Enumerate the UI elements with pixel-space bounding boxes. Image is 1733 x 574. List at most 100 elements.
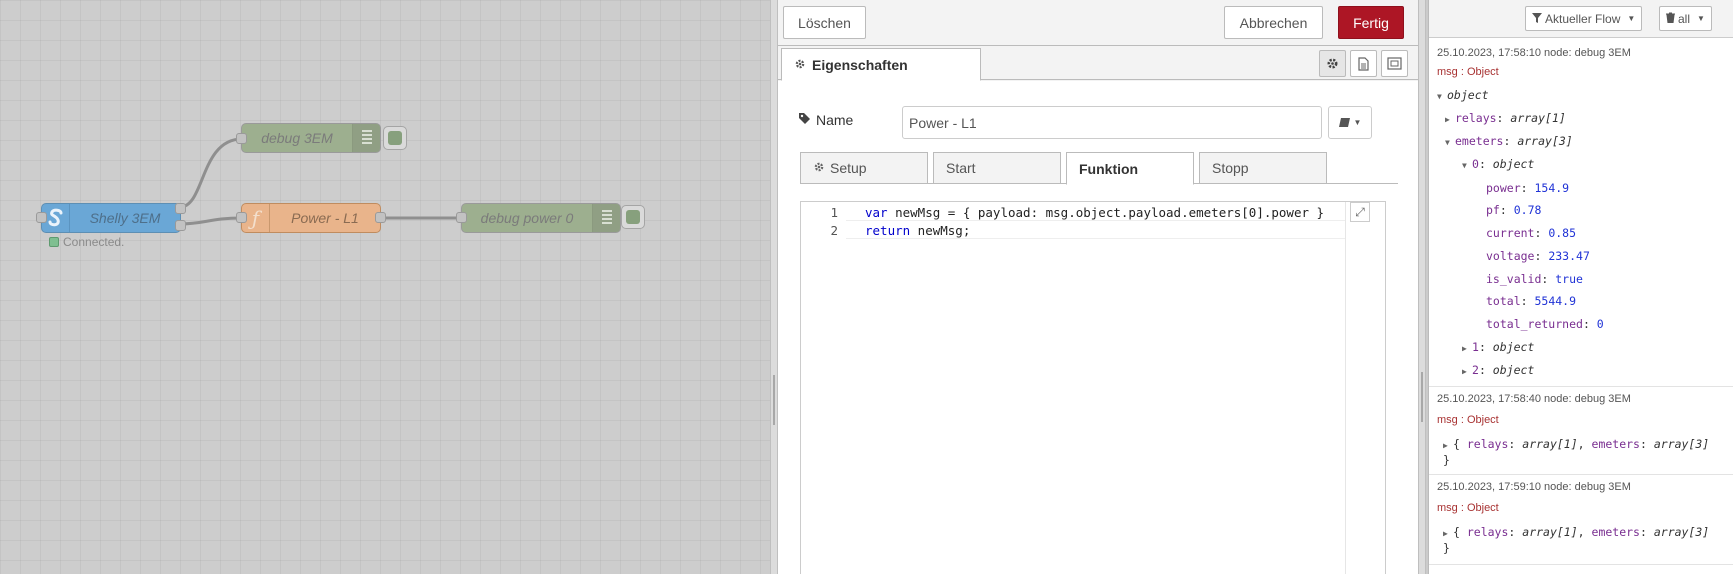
tree-field[interactable]: pf: 0.78 bbox=[1486, 203, 1541, 217]
tree-row-root[interactable]: ▼ object bbox=[1437, 88, 1489, 102]
name-label-text: Name bbox=[816, 112, 854, 128]
tree-value: array[3] bbox=[1517, 134, 1573, 148]
debug-message[interactable]: 25.10.2023, 17:58:10 node: debug 3EM msg… bbox=[1429, 38, 1733, 387]
filter-icon bbox=[1532, 12, 1542, 26]
node-output-port-1[interactable] bbox=[175, 203, 186, 214]
tree-field[interactable]: total_returned: 0 bbox=[1486, 317, 1604, 331]
tree-key: relays bbox=[1455, 111, 1497, 125]
flow-workspace[interactable]: debug 3EM Shelly 3EM Connected. ƒ Power … bbox=[0, 0, 770, 574]
done-button[interactable]: Fertig bbox=[1338, 6, 1404, 39]
cancel-button[interactable]: Abbrechen bbox=[1224, 6, 1323, 39]
node-debug-3em[interactable]: debug 3EM bbox=[241, 123, 381, 153]
code-keyword: var bbox=[865, 205, 888, 220]
tab-label: Funktion bbox=[1079, 160, 1139, 177]
chevron-down-icon: ▼ bbox=[1697, 14, 1705, 23]
name-input[interactable] bbox=[902, 106, 1322, 139]
summary-brace: } bbox=[1443, 541, 1450, 555]
frame-icon[interactable] bbox=[1381, 50, 1408, 77]
summary-brace: { bbox=[1453, 437, 1467, 451]
tab-setup[interactable]: Setup bbox=[800, 152, 928, 184]
gear-icon[interactable] bbox=[1319, 50, 1346, 77]
sidebar-divider[interactable] bbox=[1418, 0, 1426, 574]
tab-properties[interactable]: Eigenschaften bbox=[781, 48, 981, 81]
debug-message[interactable]: 25.10.2023, 17:58:40 node: debug 3EM msg… bbox=[1429, 387, 1733, 475]
code-minimap[interactable] bbox=[1345, 202, 1385, 574]
tree-row-emeters[interactable]: ▼ emeters: array[3] bbox=[1445, 134, 1573, 148]
tree-key: relays bbox=[1466, 437, 1509, 451]
message-topic: msg : Object bbox=[1437, 502, 1499, 514]
tree-row-relays[interactable]: ▶ relays: array[1] bbox=[1445, 111, 1566, 125]
line-number: 2 bbox=[830, 223, 838, 238]
message-topic: msg : Object bbox=[1437, 66, 1499, 78]
node-input-port[interactable] bbox=[236, 133, 247, 144]
caret-right-icon: ▶ bbox=[1462, 367, 1467, 376]
caret-right-icon: ▶ bbox=[1445, 115, 1450, 124]
tree-key: emeters bbox=[1455, 134, 1504, 148]
tag-icon bbox=[798, 112, 811, 128]
function-tabs: Setup Start Funktion Stopp bbox=[800, 150, 1398, 185]
tree-value: array[1] bbox=[1510, 111, 1566, 125]
node-output-port[interactable] bbox=[375, 212, 386, 223]
tree-value: 0.85 bbox=[1548, 226, 1577, 240]
node-label: debug 3EM bbox=[261, 130, 333, 146]
tree-summary[interactable]: ▶{ relays: array[1], emeters: array[3] bbox=[1443, 437, 1709, 451]
filter-label: Aktueller Flow bbox=[1545, 11, 1621, 26]
tree-field[interactable]: total: 5544.9 bbox=[1486, 294, 1576, 308]
tab-label: Stopp bbox=[1212, 160, 1249, 176]
tree-summary[interactable]: ▶{ relays: array[1], emeters: array[3] bbox=[1443, 525, 1709, 539]
tab-function[interactable]: Funktion bbox=[1066, 152, 1194, 185]
tab-start[interactable]: Start bbox=[933, 152, 1061, 184]
expand-icon[interactable]: ⤢ bbox=[1350, 202, 1370, 222]
tree-value: array[3] bbox=[1653, 437, 1710, 451]
tree-key: 1 bbox=[1472, 340, 1479, 354]
node-library-button[interactable]: ▼ bbox=[1328, 106, 1372, 139]
caret-down-icon: ▼ bbox=[1445, 138, 1450, 147]
tree-key: power bbox=[1486, 181, 1521, 195]
tree-key: total bbox=[1486, 294, 1521, 308]
tree-value: array[1] bbox=[1522, 437, 1578, 451]
tree-field[interactable]: current: 0.85 bbox=[1486, 226, 1576, 240]
tab-label: Setup bbox=[830, 160, 867, 176]
tray-header: Löschen Abbrechen Fertig bbox=[778, 0, 1418, 46]
node-status: Connected. bbox=[49, 235, 124, 249]
code-text: newMsg; bbox=[910, 223, 971, 238]
node-function-power-l1[interactable]: ƒ Power - L1 bbox=[241, 203, 381, 233]
debug-list-icon bbox=[352, 124, 380, 152]
tree-key: is_valid bbox=[1486, 272, 1542, 286]
workspace-divider[interactable] bbox=[770, 0, 778, 574]
filter-dropdown[interactable]: Aktueller Flow ▼ bbox=[1525, 6, 1643, 31]
node-input-port[interactable] bbox=[456, 212, 467, 223]
tree-field[interactable]: is_valid: true bbox=[1486, 272, 1583, 286]
caret-right-icon: ▶ bbox=[1462, 344, 1467, 353]
name-field-label: Name bbox=[798, 112, 853, 128]
tree-row-item-1[interactable]: ▶ 1: object bbox=[1462, 340, 1534, 354]
delete-button[interactable]: Löschen bbox=[783, 6, 866, 39]
tree-key: voltage bbox=[1486, 249, 1535, 263]
node-output-port-2[interactable] bbox=[175, 220, 186, 231]
node-debug-power-0[interactable]: debug power 0 bbox=[461, 203, 621, 233]
tree-field[interactable]: power: 154.9 bbox=[1486, 181, 1569, 195]
tree-value: object bbox=[1492, 340, 1535, 354]
clear-label: all bbox=[1678, 11, 1691, 26]
tray-body: Name ▼ Setup Start Funktion Stopp bbox=[778, 81, 1418, 574]
code-editor[interactable]: 1 2 var newMsg = { payload: msg.object.p… bbox=[800, 201, 1386, 574]
node-input-port[interactable] bbox=[36, 212, 47, 223]
debug-sidebar: Aktueller Flow ▼ all ▼ 25.10.2023, 17:58… bbox=[1428, 0, 1733, 574]
node-shelly-3em[interactable]: Shelly 3EM bbox=[41, 203, 181, 233]
clear-dropdown[interactable]: all ▼ bbox=[1659, 6, 1712, 31]
tab-label: Eigenschaften bbox=[812, 56, 908, 73]
node-input-port[interactable] bbox=[236, 212, 247, 223]
tree-row-item-0[interactable]: ▼ 0: object bbox=[1462, 157, 1534, 171]
tree-row-item-2[interactable]: ▶ 2: object bbox=[1462, 363, 1534, 377]
document-icon[interactable] bbox=[1350, 50, 1377, 77]
summary-brace: { bbox=[1453, 525, 1467, 539]
debug-toggle-button[interactable] bbox=[621, 205, 645, 229]
code-keyword: return bbox=[865, 223, 911, 238]
node-label: Shelly 3EM bbox=[89, 210, 161, 226]
tree-field[interactable]: voltage: 233.47 bbox=[1486, 249, 1590, 263]
tree-value: object bbox=[1447, 88, 1489, 102]
debug-message[interactable]: 25.10.2023, 17:59:10 node: debug 3EM msg… bbox=[1429, 475, 1733, 565]
debug-toggle-button[interactable] bbox=[383, 126, 407, 150]
tab-stop[interactable]: Stopp bbox=[1199, 152, 1327, 184]
tree-value: true bbox=[1555, 272, 1583, 286]
